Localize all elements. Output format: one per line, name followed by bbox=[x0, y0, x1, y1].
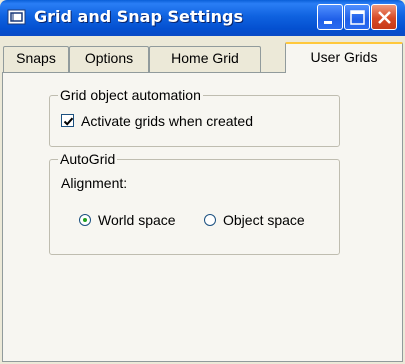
tab-options[interactable]: Options bbox=[69, 46, 149, 72]
grid-snap-settings-window: Grid and Snap Settings Snaps Options Hom… bbox=[0, 0, 405, 364]
maximize-button[interactable] bbox=[344, 4, 370, 30]
radio-label: Object space bbox=[223, 212, 305, 228]
close-button[interactable] bbox=[371, 4, 397, 30]
tab-strip: Snaps Options Home Grid User Grids bbox=[0, 40, 405, 73]
world-space-radio[interactable]: World space bbox=[79, 212, 201, 230]
tab-label: User Grids bbox=[310, 49, 378, 65]
tab-user-grids[interactable]: User Grids bbox=[285, 42, 403, 73]
close-icon bbox=[378, 11, 391, 24]
group-legend: AutoGrid bbox=[58, 151, 118, 167]
activate-grids-checkbox[interactable]: Activate grids when created bbox=[61, 113, 301, 131]
group-legend: Grid object automation bbox=[58, 87, 203, 103]
radio-icon bbox=[79, 214, 91, 226]
tab-snaps[interactable]: Snaps bbox=[3, 46, 69, 72]
tab-label: Snaps bbox=[16, 50, 56, 66]
alignment-label: Alignment: bbox=[61, 175, 128, 191]
tab-home-grid[interactable]: Home Grid bbox=[149, 46, 261, 72]
tab-label: Home Grid bbox=[171, 50, 239, 66]
object-space-radio[interactable]: Object space bbox=[204, 212, 332, 230]
tab-label: Options bbox=[84, 50, 134, 66]
grid-snap-app-icon[interactable] bbox=[7, 7, 27, 27]
grid-object-automation-group: Grid object automation Activate grids wh… bbox=[49, 87, 340, 147]
minimize-icon bbox=[324, 21, 332, 24]
maximize-icon bbox=[350, 10, 365, 25]
checkbox-icon bbox=[61, 114, 74, 127]
title-bar[interactable]: Grid and Snap Settings bbox=[0, 0, 405, 36]
autogrid-group: AutoGrid Alignment: World space Object s… bbox=[49, 151, 340, 255]
radio-icon bbox=[204, 214, 216, 226]
minimize-button[interactable] bbox=[317, 4, 343, 30]
checkbox-label: Activate grids when created bbox=[81, 113, 253, 129]
user-grids-panel: Grid object automation Activate grids wh… bbox=[2, 72, 403, 362]
radio-label: World space bbox=[98, 212, 176, 228]
window-title: Grid and Snap Settings bbox=[34, 7, 243, 26]
